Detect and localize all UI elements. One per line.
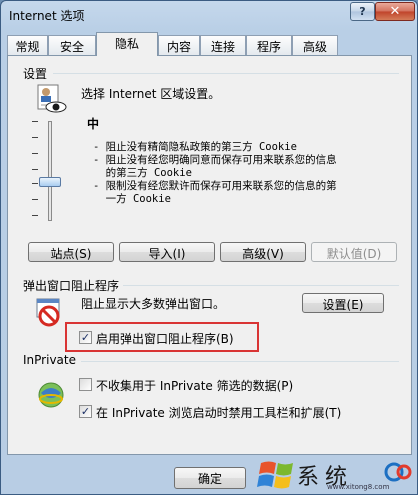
tab-security[interactable]: 安全	[48, 35, 96, 55]
disable-toolbars-label[interactable]: 在 InPrivate 浏览启动时禁用工具栏和扩展(T)	[96, 404, 341, 421]
internet-options-window: Internet 选项 ? ✕ 常规 安全 隐私 内容 连接 程序 高级 设置 …	[0, 0, 418, 495]
enable-popup-blocker-label[interactable]: 启用弹出窗口阻止程序(B)	[96, 330, 234, 347]
popup-group-line	[123, 285, 399, 286]
ok-button[interactable]: 确定	[174, 467, 246, 489]
privacy-desc-line: 一方 Cookie	[93, 193, 171, 205]
inprivate-group-line	[81, 361, 399, 362]
no-inprivate-filter-checkbox[interactable]	[79, 378, 92, 391]
disable-toolbars-checkbox[interactable]: ✓	[79, 405, 92, 418]
privacy-level-label: 中	[87, 117, 100, 131]
settings-group-line	[53, 73, 399, 74]
advanced-button[interactable]: 高级(V)	[220, 242, 306, 262]
slider-tick	[32, 137, 38, 138]
zone-description: 选择 Internet 区域设置。	[81, 87, 221, 101]
tab-programs[interactable]: 程序	[246, 35, 292, 55]
slider-tick	[32, 121, 38, 122]
no-inprivate-filter-label[interactable]: 不收集用于 InPrivate 筛选的数据(P)	[96, 377, 293, 394]
enable-popup-blocker-checkbox[interactable]: ✓	[79, 331, 92, 344]
inprivate-icon	[38, 382, 64, 408]
import-button[interactable]: 导入(I)	[119, 242, 215, 262]
tab-advanced[interactable]: 高级	[292, 35, 338, 55]
popup-blocker-icon	[36, 298, 60, 327]
window-title: Internet 选项	[9, 9, 85, 23]
slider-tick	[32, 153, 38, 154]
watermark-logo-icon	[384, 462, 412, 482]
privacy-level-slider[interactable]	[31, 117, 71, 225]
tab-strip: 常规 安全 隐私 内容 连接 程序 高级	[7, 32, 413, 56]
windows-logo-icon	[257, 461, 293, 489]
slider-tick	[32, 169, 38, 170]
privacy-certificate-icon	[37, 84, 67, 113]
tab-content[interactable]: 内容	[158, 35, 200, 55]
slider-tick	[32, 215, 38, 216]
popup-settings-button[interactable]: 设置(E)	[302, 293, 384, 313]
popup-group-title: 弹出窗口阻止程序	[23, 279, 120, 293]
settings-group-title: 设置	[23, 67, 48, 81]
slider-tick	[32, 199, 38, 200]
inprivate-group-title: InPrivate	[23, 353, 76, 367]
sites-button[interactable]: 站点(S)	[28, 242, 114, 262]
watermark-url: www.xitong8.com	[327, 483, 390, 491]
default-button: 默认值(D)	[311, 242, 397, 262]
help-button[interactable]: ?	[350, 2, 375, 21]
tab-privacy[interactable]: 隐私	[96, 32, 158, 56]
tab-connections[interactable]: 连接	[200, 35, 246, 55]
tab-general[interactable]: 常规	[7, 35, 48, 55]
close-button[interactable]: ✕	[375, 2, 415, 21]
slider-tick	[32, 183, 38, 184]
popup-description: 阻止显示大多数弹出窗口。	[81, 297, 226, 311]
slider-track	[48, 121, 52, 221]
title-bar: Internet 选项 ? ✕	[1, 1, 417, 31]
slider-thumb[interactable]	[39, 177, 61, 187]
